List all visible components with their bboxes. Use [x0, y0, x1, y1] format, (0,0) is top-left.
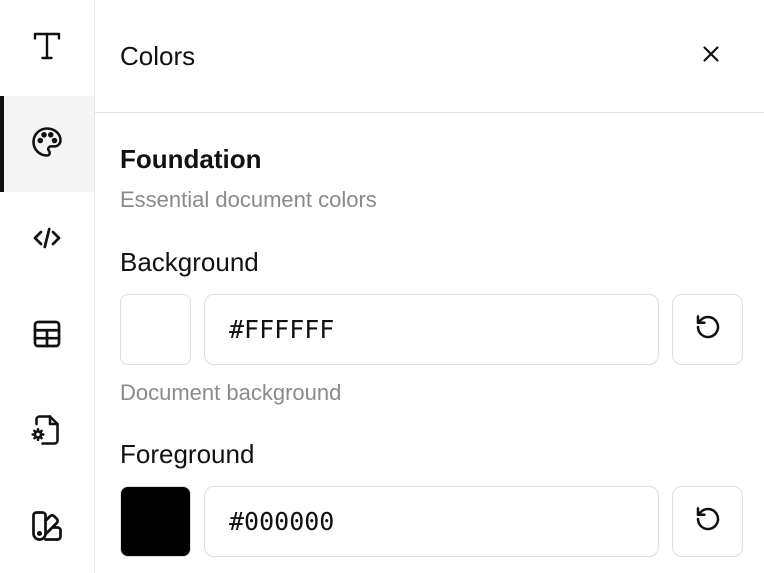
palette-icon	[29, 124, 65, 165]
file-settings-icon	[29, 412, 65, 453]
table-icon	[29, 316, 65, 357]
background-hint: Document background	[120, 380, 342, 405]
sidebar-item-typography[interactable]	[0, 0, 94, 96]
sidebar-item-code[interactable]	[0, 192, 94, 288]
close-icon	[698, 41, 724, 72]
foreground-hex-input[interactable]	[204, 486, 659, 557]
close-button[interactable]	[691, 36, 731, 76]
background-color-swatch[interactable]	[120, 294, 191, 365]
foreground-label: Foreground	[120, 439, 255, 469]
sidebar	[0, 0, 95, 573]
foreground-color-swatch[interactable]	[120, 486, 191, 557]
sidebar-item-theme[interactable]	[0, 480, 94, 573]
section-title: Foundation	[120, 144, 262, 174]
panel-title: Colors	[120, 41, 196, 71]
background-reset-button[interactable]	[672, 294, 743, 365]
panel-header: Colors	[95, 0, 764, 113]
swatch-book-icon	[29, 508, 65, 549]
background-label: Background	[120, 247, 259, 277]
sidebar-item-table[interactable]	[0, 288, 94, 384]
app-window: Colors Foundation Essential document col…	[0, 0, 764, 573]
section-description: Essential document colors	[120, 187, 377, 212]
sidebar-item-colors[interactable]	[0, 96, 94, 192]
background-hex-input[interactable]	[204, 294, 659, 365]
colors-panel: Colors Foundation Essential document col…	[95, 0, 764, 573]
code-icon	[29, 220, 65, 261]
reset-icon	[693, 504, 723, 539]
reset-icon	[693, 312, 723, 347]
sidebar-item-document-settings[interactable]	[0, 384, 94, 480]
text-icon	[29, 28, 65, 69]
foreground-reset-button[interactable]	[672, 486, 743, 557]
